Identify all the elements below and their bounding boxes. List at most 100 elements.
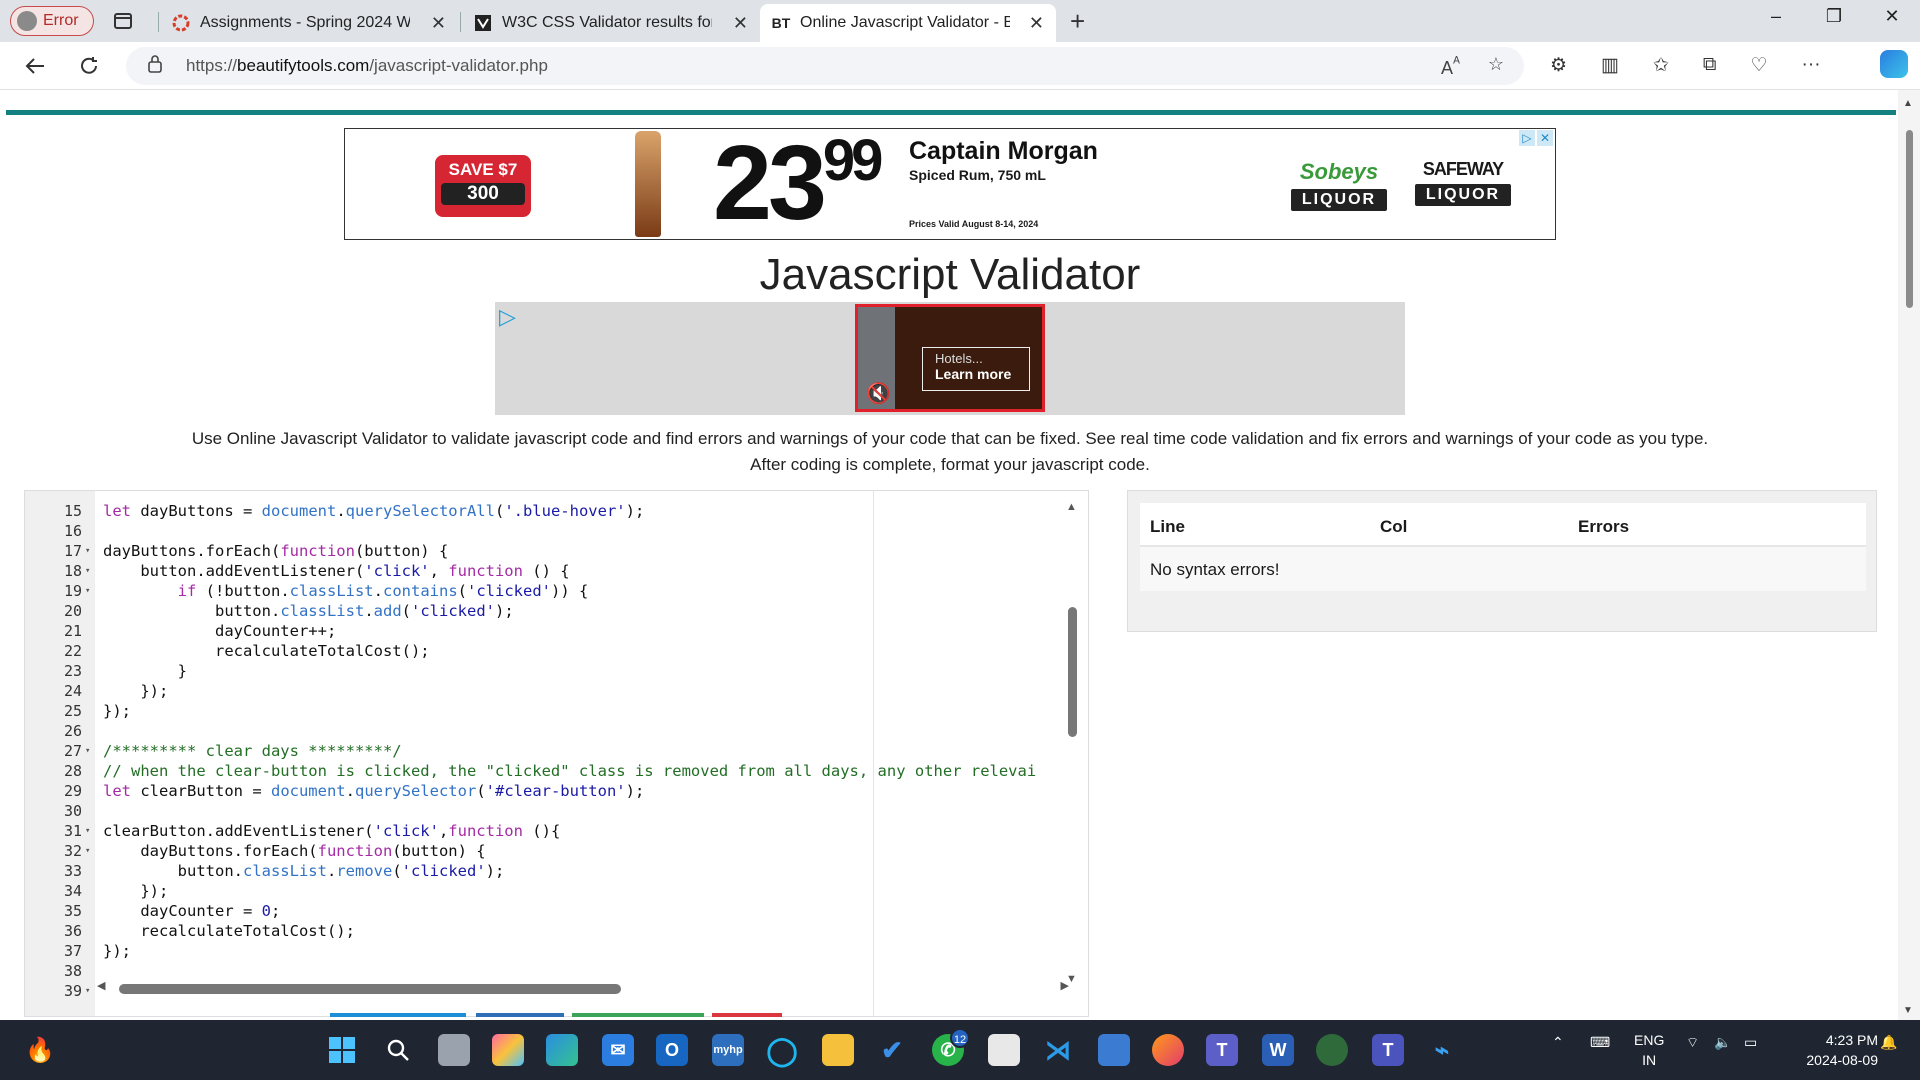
code-line[interactable]: 20 button.classList.add('clicked');: [25, 601, 1065, 621]
file-explorer-icon[interactable]: [822, 1034, 854, 1066]
todo-icon[interactable]: ✔: [876, 1034, 908, 1066]
button-edge[interactable]: [572, 1013, 704, 1017]
extensions-icon[interactable]: ⚙: [1550, 54, 1567, 77]
minimize-button[interactable]: –: [1756, 6, 1796, 27]
fold-toggle-icon[interactable]: ▾: [85, 541, 90, 561]
button-edge[interactable]: [712, 1013, 782, 1017]
vscode-icon[interactable]: ⋊: [1042, 1034, 1074, 1066]
code-line[interactable]: 24 });: [25, 681, 1065, 701]
close-icon[interactable]: ✕: [431, 13, 446, 34]
close-icon[interactable]: ✕: [733, 13, 748, 34]
store-icon[interactable]: [988, 1034, 1020, 1066]
code-line[interactable]: 22 recalculateTotalCost();: [25, 641, 1065, 661]
mail-icon[interactable]: ✉: [602, 1034, 634, 1066]
show-hidden-icons[interactable]: ⌃: [1552, 1034, 1564, 1051]
back-button[interactable]: [18, 50, 52, 82]
fold-toggle-icon[interactable]: ▾: [85, 841, 90, 861]
quick-assist-icon[interactable]: ⌁: [1426, 1034, 1458, 1066]
favorite-star-icon[interactable]: ☆: [1488, 54, 1504, 79]
volume-icon[interactable]: 🔈: [1714, 1034, 1731, 1051]
code-line[interactable]: 18 ▾ button.addEventListener('click', fun…: [25, 561, 1065, 581]
wifi-icon[interactable]: ⌔: [1686, 1034, 1699, 1052]
adchoices-icon[interactable]: ▷: [499, 304, 516, 330]
address-bar[interactable]: https://beautifytools.com/javascript-val…: [126, 47, 1524, 85]
code-line[interactable]: 21 dayCounter++;: [25, 621, 1065, 641]
button-edge[interactable]: [330, 1013, 466, 1017]
close-icon[interactable]: ✕: [1029, 13, 1044, 34]
code-line[interactable]: 28 // when the clear-button is clicked, t…: [25, 761, 1065, 781]
search-icon[interactable]: [382, 1034, 414, 1066]
battery-icon[interactable]: ▭: [1744, 1034, 1757, 1051]
scroll-up-icon[interactable]: ▲: [1903, 98, 1913, 109]
mute-icon[interactable]: 🔇: [866, 381, 891, 406]
code-line[interactable]: 19 ▾ if (!button.classList.contains('clic…: [25, 581, 1065, 601]
code-line[interactable]: 35 dayCounter = 0;: [25, 901, 1065, 921]
restore-button[interactable]: ❐: [1814, 6, 1854, 27]
system-clock[interactable]: 4:23 PM 2024-08-09: [1784, 1030, 1878, 1070]
read-aloud-icon[interactable]: Aᴬ: [1441, 54, 1460, 79]
tab-js-validator[interactable]: BT Online Javascript Validator - Beau ✕: [760, 4, 1056, 42]
fold-toggle-icon[interactable]: ▾: [85, 561, 90, 581]
code-line[interactable]: 25});: [25, 701, 1065, 721]
code-line[interactable]: 23 }: [25, 661, 1065, 681]
code-line[interactable]: 15 let dayButtons = document.querySelecto…: [25, 501, 1065, 521]
firefox-icon[interactable]: [1152, 1034, 1184, 1066]
lock-icon[interactable]: [148, 54, 172, 78]
code-line[interactable]: 17 ▾ dayButtons.forEach(function(button) {: [25, 541, 1065, 561]
code-line[interactable]: 31 ▾ clearButton.addEventListener('click',…: [25, 821, 1065, 841]
split-screen-icon[interactable]: ▥: [1601, 54, 1619, 77]
cortana-icon[interactable]: ◯: [766, 1034, 798, 1066]
favorites-icon[interactable]: ✩: [1653, 54, 1669, 77]
code-line[interactable]: 36 recalculateTotalCost();: [25, 921, 1065, 941]
outlook-icon[interactable]: O: [656, 1034, 688, 1066]
chrome-icon[interactable]: [1316, 1034, 1348, 1066]
profile-button[interactable]: Error: [10, 6, 94, 36]
ad-choices[interactable]: ▷ ✕: [1519, 130, 1553, 146]
fold-toggle-icon[interactable]: ▾: [85, 981, 90, 1001]
code-line[interactable]: 16: [25, 521, 1065, 541]
keyboard-icon[interactable]: ⌨: [1590, 1034, 1610, 1051]
learn-more-button[interactable]: Hotels... Learn more: [922, 347, 1030, 391]
word-icon[interactable]: W: [1262, 1034, 1294, 1066]
tab-actions-button[interactable]: [108, 8, 138, 34]
scroll-left-icon[interactable]: ◀: [97, 979, 105, 992]
adchoices-icon[interactable]: ▷: [1519, 130, 1535, 146]
more-menu-icon[interactable]: ···: [1802, 54, 1821, 77]
code-line[interactable]: 27 ▾ /********* clear days *********/: [25, 741, 1065, 761]
close-window-button[interactable]: ✕: [1872, 6, 1912, 27]
scroll-thumb[interactable]: [1906, 130, 1913, 308]
scroll-down-icon[interactable]: ▼: [1903, 1005, 1913, 1016]
edge-icon[interactable]: [546, 1034, 578, 1066]
video-ad[interactable]: ▷ Hotels... Learn more 🔇: [495, 302, 1405, 415]
code-line[interactable]: 33 button.classList.remove('clicked');: [25, 861, 1065, 881]
teams-icon[interactable]: T: [1206, 1034, 1238, 1066]
notification-bell-icon[interactable]: 🔔: [1880, 1034, 1897, 1051]
editor-vertical-scrollbar[interactable]: ▲ ▼: [1066, 501, 1078, 985]
code-line[interactable]: 29 let clearButton = document.querySelect…: [25, 781, 1065, 801]
editor-horizontal-scrollbar[interactable]: ◀ ▶: [97, 979, 1069, 995]
page-vertical-scrollbar[interactable]: ▲ ▼: [1898, 90, 1920, 1020]
code-line[interactable]: 34 });: [25, 881, 1065, 901]
scroll-up-icon[interactable]: ▲: [1066, 501, 1077, 513]
ad-banner[interactable]: SAVE $7 300 2399 Captain Morgan Spiced R…: [344, 128, 1556, 240]
fold-toggle-icon[interactable]: ▾: [85, 741, 90, 761]
copilot-taskbar-icon[interactable]: [492, 1034, 524, 1066]
myhp-icon[interactable]: myhp: [712, 1034, 744, 1066]
scroll-thumb[interactable]: [119, 984, 621, 994]
code-line[interactable]: 37});: [25, 941, 1065, 961]
browser-essentials-icon[interactable]: ♡: [1751, 54, 1768, 77]
language-indicator[interactable]: ENG IN: [1634, 1030, 1664, 1070]
code-line[interactable]: 26: [25, 721, 1065, 741]
editor-lines[interactable]: 15 let dayButtons = document.querySelecto…: [25, 501, 1065, 1001]
fold-toggle-icon[interactable]: ▾: [85, 581, 90, 601]
collections-icon[interactable]: ⧉: [1703, 54, 1717, 77]
code-line[interactable]: 38: [25, 961, 1065, 981]
fold-toggle-icon[interactable]: ▾: [85, 821, 90, 841]
tab-w3c-validator[interactable]: W3C CSS Validator results for sty ✕: [462, 4, 760, 42]
scroll-right-icon[interactable]: ▶: [1061, 979, 1069, 992]
code-editor[interactable]: 15 let dayButtons = document.querySelecto…: [24, 490, 1089, 1017]
widgets-icon[interactable]: 🔥: [24, 1034, 56, 1066]
copilot-icon[interactable]: [1880, 50, 1908, 78]
button-edge[interactable]: [476, 1013, 564, 1017]
python-icon[interactable]: [1098, 1034, 1130, 1066]
